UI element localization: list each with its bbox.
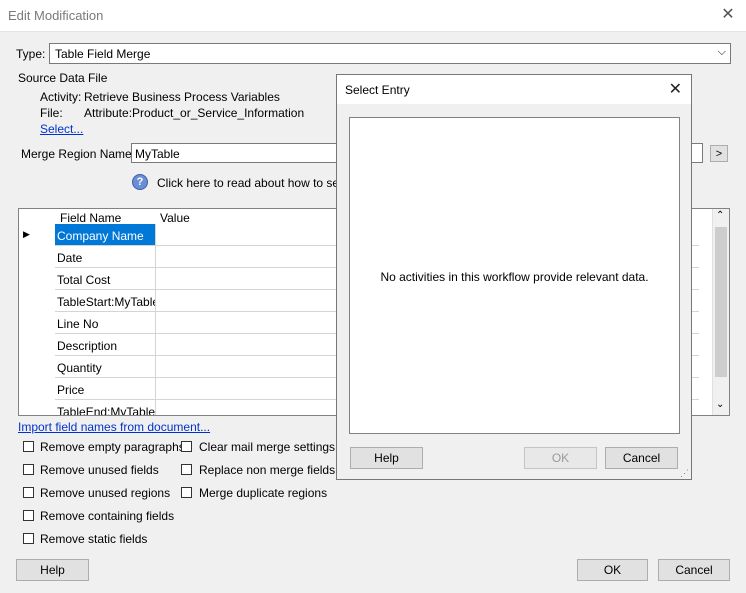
select-entry-panel: No activities in this workflow provide r…	[349, 117, 680, 434]
scrollbar-thumb[interactable]	[715, 227, 727, 377]
remove-unused-fields-label: Remove unused fields	[40, 463, 159, 477]
help-button[interactable]: Help	[16, 559, 89, 581]
type-label: Type:	[16, 47, 46, 61]
chevron-down-icon[interactable]: ⌄	[716, 399, 724, 410]
field-name-cell[interactable]: TableEnd:MyTable	[55, 400, 156, 415]
field-name-cell[interactable]: Line No	[55, 312, 156, 334]
select-entry-dialog: Select Entry ✕ No activities in this wor…	[336, 74, 692, 480]
resize-grip-icon[interactable]: ⋰	[680, 468, 689, 479]
close-icon[interactable]: ✕	[669, 79, 682, 99]
window-title: Edit Modification	[8, 8, 104, 23]
field-name-cell[interactable]: Quantity	[55, 356, 156, 378]
chevron-up-icon[interactable]: ⌃	[716, 210, 724, 221]
select-entry-ok-button[interactable]: OK	[524, 447, 597, 469]
replace-non-merge-fields-label: Replace non merge fields	[199, 463, 336, 477]
clear-mail-merge-settings-label: Clear mail merge settings	[199, 440, 336, 454]
select-entry-cancel-label: Cancel	[622, 451, 661, 465]
cancel-button-label: Cancel	[675, 563, 713, 577]
file-value: Attribute:Product_or_Service_Information	[84, 106, 305, 120]
column-header-value[interactable]: Value	[160, 211, 190, 225]
column-header-field-name[interactable]: Field Name	[60, 211, 121, 225]
select-entry-ok-label: OK	[551, 451, 570, 465]
remove-unused-regions-checkbox[interactable]	[23, 487, 34, 498]
field-name-cell[interactable]: Company Name	[55, 224, 156, 246]
remove-static-fields-label: Remove static fields	[40, 532, 148, 546]
help-icon[interactable]: ?	[132, 174, 148, 190]
clear-mail-merge-settings-checkbox[interactable]	[181, 441, 192, 452]
ok-button[interactable]: OK	[577, 559, 648, 581]
merge-region-label: Merge Region Name:	[21, 147, 136, 161]
select-entry-help-label: Help	[374, 451, 399, 465]
remove-unused-fields-checkbox[interactable]	[23, 464, 34, 475]
select-entry-cancel-button[interactable]: Cancel	[605, 447, 678, 469]
source-heading: Source Data File	[18, 71, 108, 85]
select-link[interactable]: Select...	[40, 122, 83, 136]
import-field-names-link[interactable]: Import field names from document...	[18, 420, 210, 434]
help-text[interactable]: Click here to read about how to set up	[157, 176, 359, 190]
remove-containing-fields-label: Remove containing fields	[40, 509, 175, 523]
remove-empty-paragraphs-label: Remove empty paragraphs	[40, 440, 185, 454]
field-name-cell[interactable]: Price	[55, 378, 156, 400]
grid-scrollbar[interactable]: ⌃ ⌄	[712, 209, 729, 415]
type-select-value: Table Field Merge	[55, 47, 151, 61]
remove-unused-regions-label: Remove unused regions	[40, 486, 171, 500]
replace-non-merge-fields-checkbox[interactable]	[181, 464, 192, 475]
field-name-cell[interactable]: TableStart:MyTable	[55, 290, 156, 312]
field-name-cell[interactable]: Date	[55, 246, 156, 268]
activity-label: Activity:	[40, 90, 82, 104]
browse-label: >	[715, 148, 723, 160]
browse-button[interactable]: >	[710, 145, 728, 162]
file-label: File:	[40, 106, 63, 120]
merge-duplicate-regions-label: Merge duplicate regions	[199, 486, 328, 500]
no-activities-message: No activities in this workflow provide r…	[380, 270, 649, 284]
merge-region-value: MyTable	[135, 147, 180, 161]
select-entry-title-bar: Select Entry ✕	[337, 75, 691, 104]
title-bar: Edit Modification ✕	[0, 0, 746, 32]
activity-value: Retrieve Business Process Variables	[84, 90, 280, 104]
remove-static-fields-checkbox[interactable]	[23, 533, 34, 544]
merge-duplicate-regions-checkbox[interactable]	[181, 487, 192, 498]
remove-containing-fields-checkbox[interactable]	[23, 510, 34, 521]
close-icon[interactable]: ✕	[720, 6, 736, 24]
select-entry-help-button[interactable]: Help	[350, 447, 423, 469]
remove-empty-paragraphs-checkbox[interactable]	[23, 441, 34, 452]
type-select[interactable]: Table Field Merge ⌵	[49, 43, 731, 64]
select-entry-title: Select Entry	[345, 83, 410, 97]
help-button-label: Help	[40, 563, 65, 577]
field-name-cell[interactable]: Total Cost	[55, 268, 156, 290]
field-name-cell[interactable]: Description	[55, 334, 156, 356]
chevron-down-icon: ⌵	[717, 46, 726, 58]
ok-button-label: OK	[603, 563, 622, 577]
cancel-button[interactable]: Cancel	[658, 559, 730, 581]
